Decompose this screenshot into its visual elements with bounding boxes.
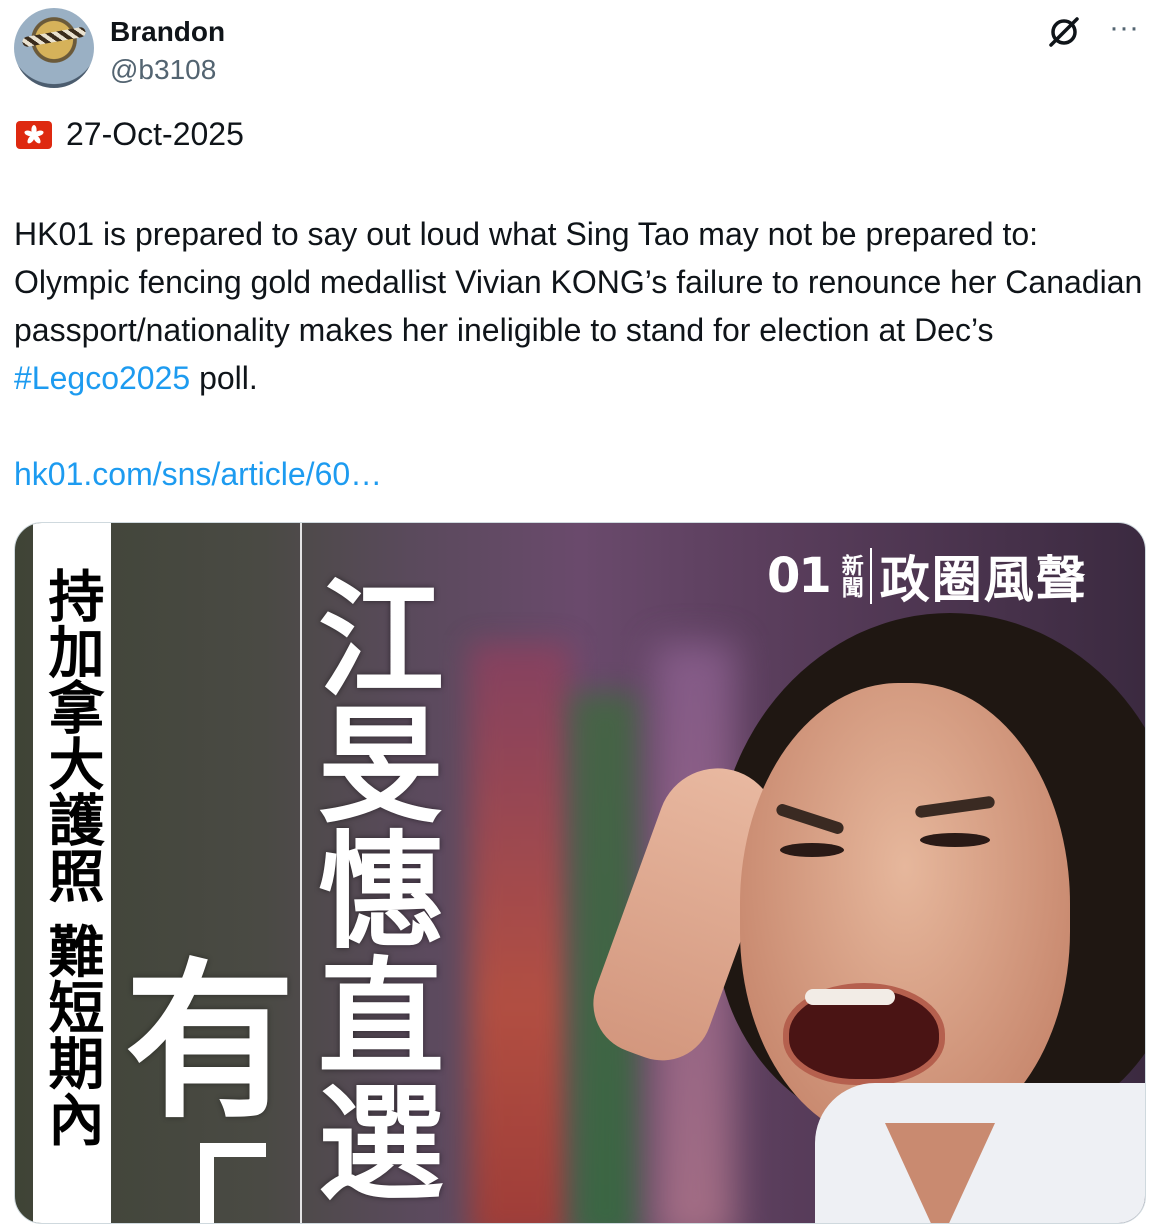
hk01-logo: 01 新聞 政圈風聲 (767, 541, 1088, 611)
date-line: 27-Oct-2025 (16, 116, 244, 153)
article-link-line: hk01.com/sns/article/60… (14, 450, 382, 498)
avatar[interactable] (14, 8, 94, 88)
tweet-text: HK01 is prepared to say out loud what Si… (14, 210, 1144, 402)
user-handle[interactable]: @b3108 (110, 54, 216, 86)
tweet-text-main: HK01 is prepared to say out loud what Si… (14, 216, 1143, 348)
quote-bracket (200, 1143, 266, 1223)
grok-icon[interactable] (1046, 14, 1082, 50)
tweet-text-end: poll. (190, 360, 258, 396)
headline-text: 江旻憓直選 (297, 573, 444, 1203)
tweet-date: 27-Oct-2025 (66, 116, 244, 152)
more-icon[interactable]: ··· (1104, 8, 1144, 48)
user-name[interactable]: Brandon (110, 16, 225, 48)
logo-title: 政圈風聲 (879, 551, 1088, 609)
hashtag-link[interactable]: #Legco2025 (14, 360, 190, 396)
hong-kong-flag-icon (16, 120, 52, 149)
article-link[interactable]: hk01.com/sns/article/60… (14, 456, 382, 492)
tweet-image[interactable]: 持加拿大護照 難短期內 江旻憓直選 有 01 新聞 政圈風聲 (14, 522, 1146, 1224)
logo-news: 新聞 (837, 554, 863, 598)
tweet-header: Brandon @b3108 ··· (14, 8, 1144, 88)
subheadline-text: 持加拿大護照 難短期內 (39, 567, 104, 1147)
logo-mark: 01 (767, 548, 832, 604)
headline-big-char: 有 (125, 944, 296, 1142)
